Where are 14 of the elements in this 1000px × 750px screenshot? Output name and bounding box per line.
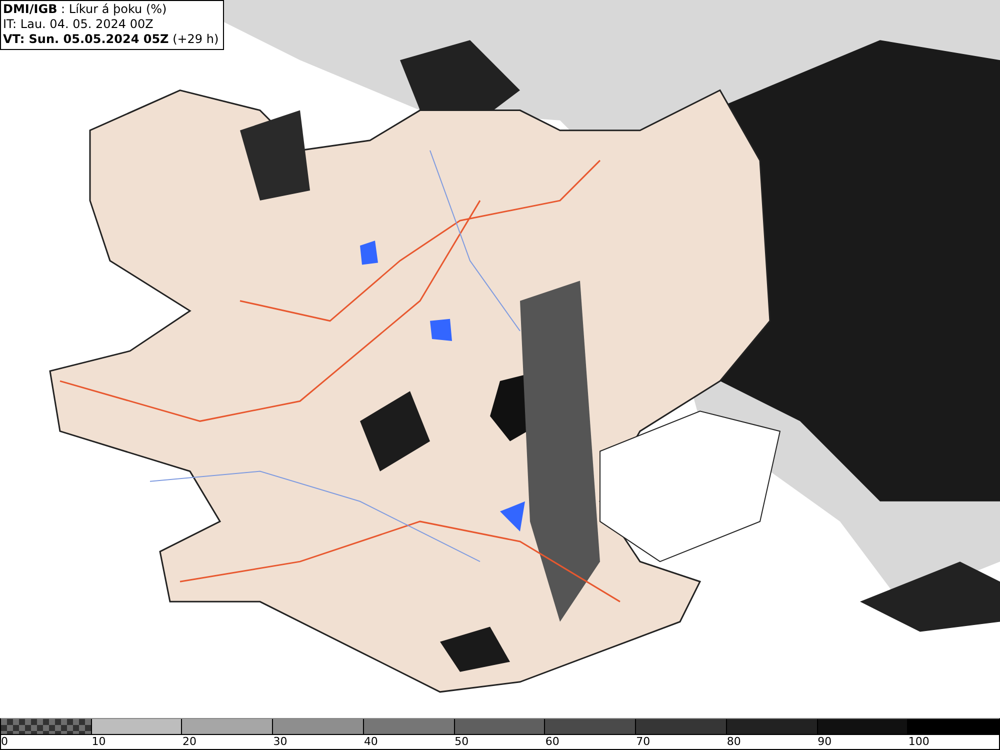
legend-label: 20	[182, 735, 196, 749]
header-text: DMI/IGB : Líkur á þoku (%)	[3, 2, 168, 17]
legend-label: 70	[636, 735, 650, 749]
header-text: VT: Sun. 05.05.2024 05Z (+29 h)	[3, 32, 219, 47]
legend-label: 10	[92, 735, 106, 749]
legend-label: 50	[454, 735, 469, 749]
legend-label: 80	[726, 735, 741, 749]
header-text: IT: Lau. 04. 05. 2024 00Z	[3, 17, 154, 32]
legend-label: 90	[818, 735, 832, 749]
legend-label: 60	[545, 735, 560, 749]
legend-label: 30	[273, 735, 288, 749]
legend-label: 0	[1, 735, 8, 749]
legend-label: 40	[364, 735, 378, 749]
legend-label: 100	[908, 735, 930, 749]
